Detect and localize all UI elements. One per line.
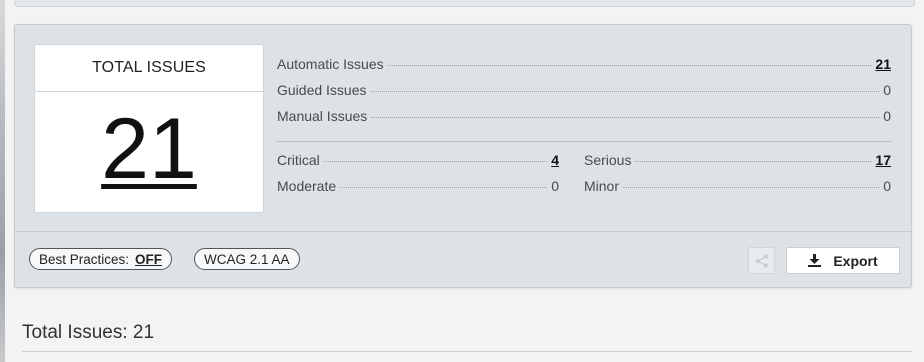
critical-count-link[interactable]: 4	[551, 152, 559, 168]
list-item-guided-issues: Guided Issues 0	[277, 82, 891, 108]
issues-summary-panel: TOTAL ISSUES 21 Automatic Issues 21 Guid…	[14, 24, 912, 288]
list-item-minor: Minor 0	[584, 178, 891, 204]
issue-type-list: Automatic Issues 21 Guided Issues 0 Manu…	[277, 56, 891, 134]
wcag-standard-label: WCAG 2.1 AA	[204, 251, 290, 267]
list-item-serious: Serious 17	[584, 152, 891, 178]
dot-leader	[371, 117, 880, 118]
serious-label: Serious	[584, 152, 632, 168]
window-edge	[0, 0, 5, 362]
panel-footer-divider	[15, 231, 911, 232]
list-item-automatic-issues: Automatic Issues 21	[277, 56, 891, 82]
export-button[interactable]: Export	[786, 247, 900, 274]
total-issues-title: TOTAL ISSUES	[35, 45, 263, 92]
total-issues-count-link[interactable]: 21	[35, 103, 263, 195]
total-issues-card: TOTAL ISSUES 21	[34, 44, 264, 213]
export-label: Export	[833, 252, 878, 269]
dot-leader	[635, 161, 872, 162]
download-icon	[808, 254, 822, 267]
manual-issues-label: Manual Issues	[277, 108, 368, 124]
automatic-issues-label: Automatic Issues	[277, 56, 384, 72]
share-icon	[755, 254, 768, 267]
section-divider	[276, 141, 892, 142]
dot-leader	[340, 187, 548, 188]
dot-leader	[323, 161, 548, 162]
guided-issues-label: Guided Issues	[277, 82, 367, 98]
minor-count: 0	[883, 178, 891, 194]
automatic-issues-count-link[interactable]: 21	[875, 56, 891, 72]
manual-issues-count: 0	[883, 108, 891, 124]
list-item-moderate: Moderate 0	[277, 178, 559, 204]
moderate-label: Moderate	[277, 178, 337, 194]
best-practices-label: Best Practices:	[39, 251, 130, 267]
moderate-count: 0	[551, 178, 559, 194]
minor-label: Minor	[584, 178, 620, 194]
previous-card-edge	[14, 0, 915, 7]
total-issues-heading: Total Issues: 21	[22, 322, 155, 343]
share-button[interactable]	[748, 247, 775, 274]
dot-leader	[370, 91, 880, 92]
best-practices-value[interactable]: OFF	[135, 252, 162, 267]
dot-leader	[623, 187, 880, 188]
best-practices-toggle[interactable]: Best Practices: OFF	[29, 248, 173, 270]
list-item-manual-issues: Manual Issues 0	[277, 108, 891, 134]
serious-count-link[interactable]: 17	[875, 152, 891, 168]
guided-issues-count: 0	[883, 82, 891, 98]
list-item-critical: Critical 4	[277, 152, 559, 178]
wcag-standard-badge[interactable]: WCAG 2.1 AA	[194, 248, 300, 270]
critical-label: Critical	[277, 152, 320, 168]
severity-list-left: Critical 4 Moderate 0	[277, 152, 559, 204]
heading-divider	[22, 351, 912, 352]
dot-leader	[387, 65, 872, 66]
severity-list-right: Serious 17 Minor 0	[584, 152, 891, 204]
